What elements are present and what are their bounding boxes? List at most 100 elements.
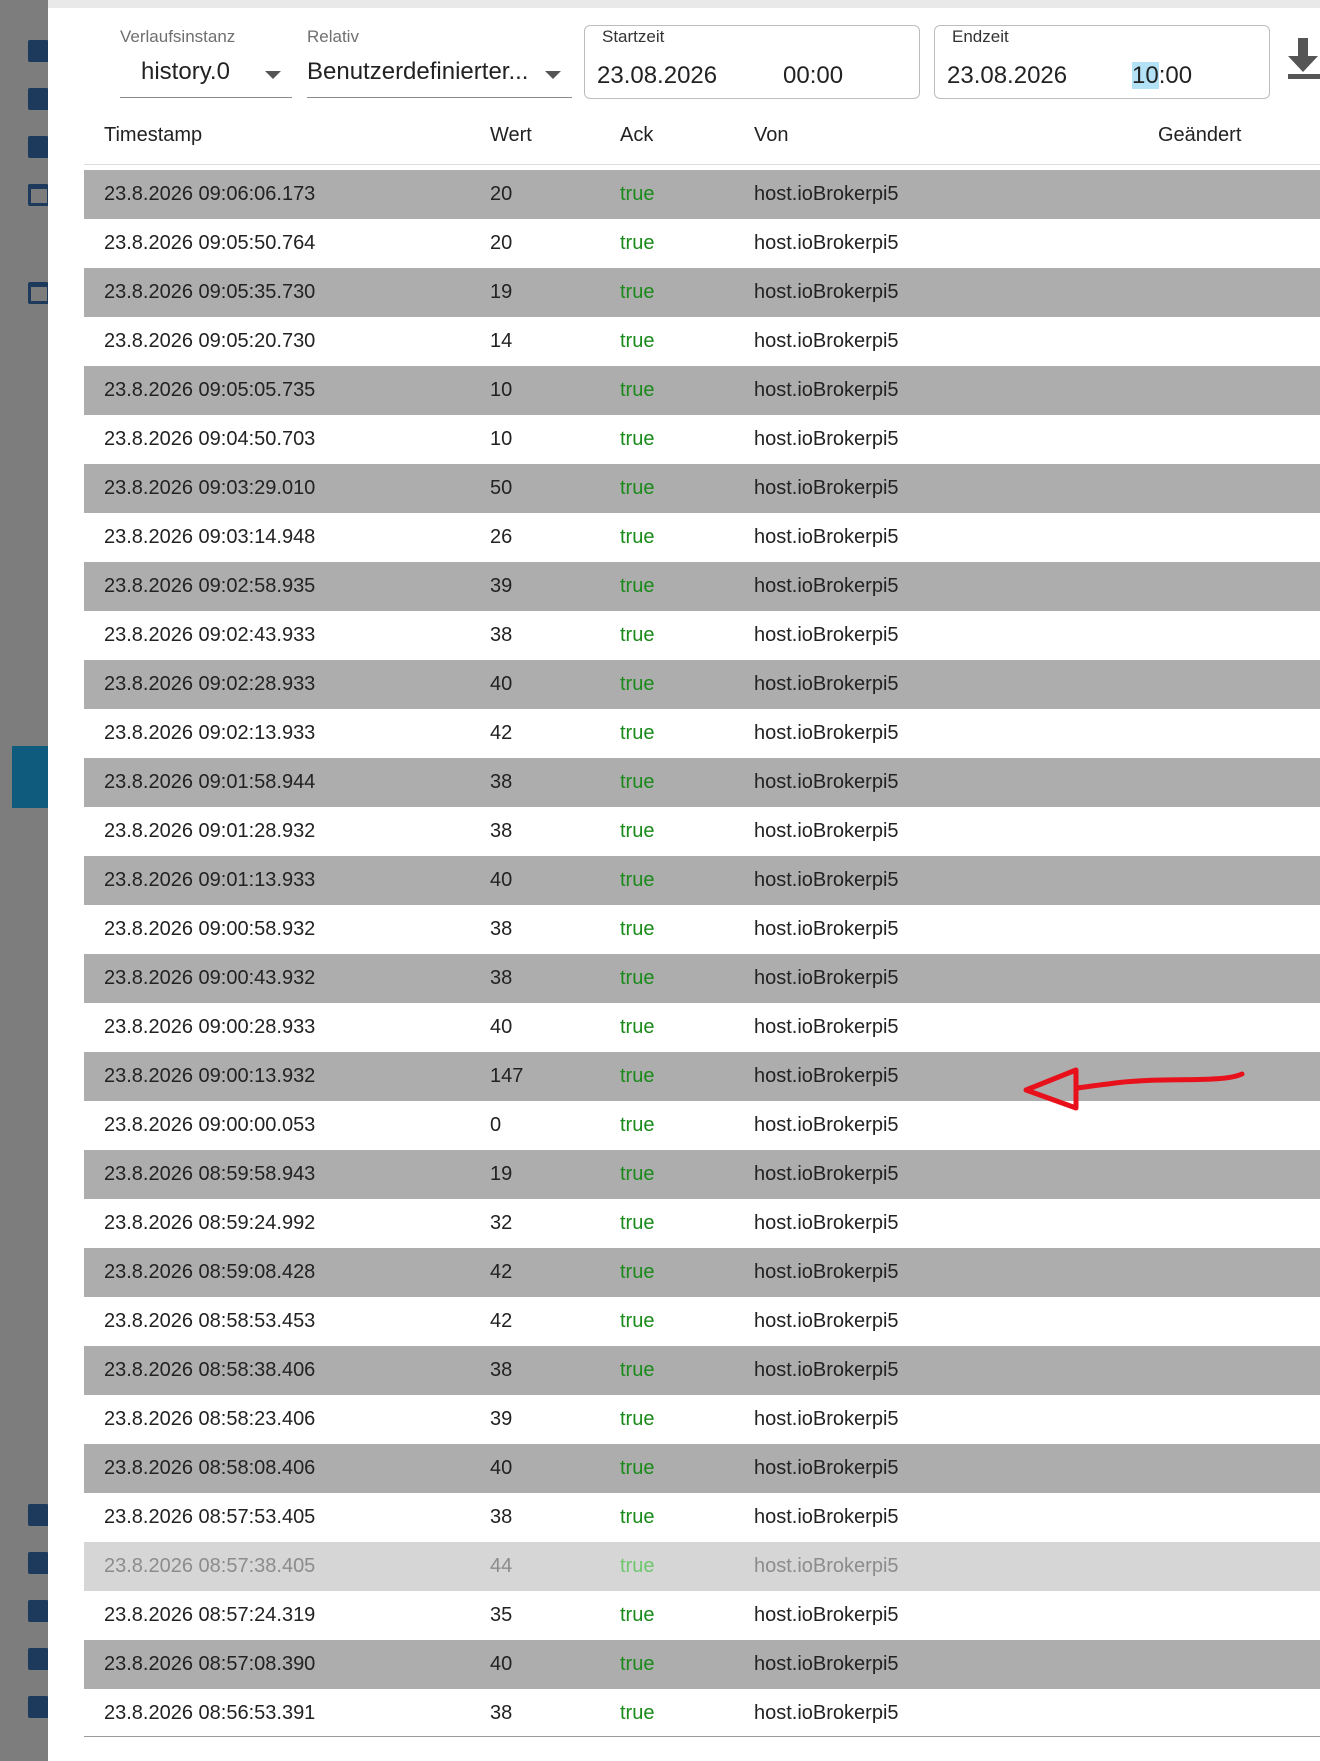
ack-cell: true bbox=[620, 526, 655, 548]
table-row[interactable]: 23.8.2026 09:01:28.932 38 true host.ioBroke… bbox=[84, 807, 1320, 856]
end-time-minutes[interactable]: :00 bbox=[1159, 62, 1192, 89]
ack-cell: true bbox=[620, 869, 655, 891]
table-row[interactable]: 23.8.2026 09:02:28.933 40 true host.ioBroke… bbox=[84, 660, 1320, 709]
table-row[interactable]: 23.8.2026 08:57:24.319 35 true host.ioBroke… bbox=[84, 1591, 1320, 1640]
table-row[interactable]: 23.8.2026 08:59:58.943 19 true host.ioBroke… bbox=[84, 1150, 1320, 1199]
folder-icon[interactable] bbox=[28, 40, 50, 62]
folder-icon[interactable] bbox=[28, 136, 50, 158]
table-row[interactable]: 23.8.2026 09:02:13.933 42 true host.ioBroke… bbox=[84, 709, 1320, 758]
ack-cell: true bbox=[620, 477, 655, 499]
folder-icon[interactable] bbox=[28, 1504, 50, 1526]
table-row[interactable]: 23.8.2026 08:59:08.428 42 true host.ioBroke… bbox=[84, 1248, 1320, 1297]
table-row[interactable]: 23.8.2026 08:57:08.390 40 true host.ioBroke… bbox=[84, 1640, 1320, 1689]
col-header-geaendert[interactable]: Geändert bbox=[1158, 124, 1241, 147]
table-row[interactable]: 23.8.2026 09:00:58.932 38 true host.ioBroke… bbox=[84, 905, 1320, 954]
timestamp-cell: 23.8.2026 09:00:13.932 bbox=[104, 1065, 316, 1087]
ack-cell: true bbox=[620, 1555, 655, 1577]
end-time[interactable]: 10:00 bbox=[1132, 62, 1192, 90]
from-cell: host.ioBrokerpi5 bbox=[754, 575, 899, 597]
from-cell: host.ioBrokerpi5 bbox=[754, 428, 899, 450]
timestamp-cell: 23.8.2026 09:04:50.703 bbox=[104, 428, 316, 450]
value-cell: 38 bbox=[490, 918, 513, 940]
table-row[interactable]: 23.8.2026 08:58:38.406 38 true host.ioBroke… bbox=[84, 1346, 1320, 1395]
value-cell: 10 bbox=[490, 428, 513, 450]
ack-cell: true bbox=[620, 722, 655, 744]
value-cell: 40 bbox=[490, 1457, 513, 1479]
from-cell: host.ioBrokerpi5 bbox=[754, 526, 899, 548]
ack-cell: true bbox=[620, 1457, 655, 1479]
ack-cell: true bbox=[620, 771, 655, 793]
start-date[interactable]: 23.08.2026 bbox=[597, 62, 717, 90]
timestamp-cell: 23.8.2026 09:05:50.764 bbox=[104, 232, 316, 254]
end-date[interactable]: 23.08.2026 bbox=[947, 62, 1067, 90]
arrow-annotation-icon bbox=[1023, 1067, 1245, 1111]
ack-cell: true bbox=[620, 1163, 655, 1185]
table-row[interactable]: 23.8.2026 09:03:29.010 50 true host.ioBroke… bbox=[84, 464, 1320, 513]
col-header-timestamp[interactable]: Timestamp bbox=[104, 124, 202, 147]
col-header-von[interactable]: Von bbox=[754, 124, 788, 147]
start-time-field[interactable]: Startzeit 23.08.2026 00:00 bbox=[584, 25, 920, 99]
timestamp-cell: 23.8.2026 09:02:28.933 bbox=[104, 673, 316, 695]
value-cell: 42 bbox=[490, 1261, 513, 1283]
value-cell: 39 bbox=[490, 575, 513, 597]
table-row[interactable]: 23.8.2026 08:57:53.405 38 true host.ioBroke… bbox=[84, 1493, 1320, 1542]
folder-open-icon[interactable] bbox=[28, 282, 50, 304]
chevron-down-icon[interactable] bbox=[545, 71, 561, 79]
ack-cell: true bbox=[620, 1114, 655, 1136]
table-row[interactable]: 23.8.2026 08:58:23.406 39 true host.ioBroke… bbox=[84, 1395, 1320, 1444]
table-row[interactable]: 23.8.2026 09:01:13.933 40 true host.ioBroke… bbox=[84, 856, 1320, 905]
instance-label: Verlaufsinstanz bbox=[120, 27, 236, 46]
table-row[interactable]: 23.8.2026 09:05:20.730 14 true host.ioBroke… bbox=[84, 317, 1320, 366]
from-cell: host.ioBrokerpi5 bbox=[754, 1457, 899, 1479]
table-row[interactable]: 23.8.2026 08:59:24.992 32 true host.ioBroke… bbox=[84, 1199, 1320, 1248]
ack-cell: true bbox=[620, 1653, 655, 1675]
table-row[interactable]: 23.8.2026 09:00:28.933 40 true host.ioBroke… bbox=[84, 1003, 1320, 1052]
from-cell: host.ioBrokerpi5 bbox=[754, 1163, 899, 1185]
value-cell: 40 bbox=[490, 1016, 513, 1038]
table-row[interactable]: 23.8.2026 09:00:43.932 38 true host.ioBroke… bbox=[84, 954, 1320, 1003]
folder-icon[interactable] bbox=[28, 1648, 50, 1670]
table-row[interactable]: 23.8.2026 08:58:08.406 40 true host.ioBroke… bbox=[84, 1444, 1320, 1493]
from-cell: host.ioBrokerpi5 bbox=[754, 1016, 899, 1038]
table-row[interactable]: 23.8.2026 09:04:50.703 10 true host.ioBroke… bbox=[84, 415, 1320, 464]
value-cell: 14 bbox=[490, 330, 513, 352]
value-cell: 32 bbox=[490, 1212, 513, 1234]
ack-cell: true bbox=[620, 1065, 655, 1087]
download-icon[interactable] bbox=[1286, 38, 1320, 84]
instance-value[interactable]: history.0 bbox=[141, 58, 251, 86]
value-cell: 38 bbox=[490, 771, 513, 793]
end-time-hour-selected[interactable]: 10 bbox=[1132, 62, 1159, 89]
folder-icon[interactable] bbox=[28, 1696, 50, 1718]
table-row[interactable]: 23.8.2026 08:57:38.405 44 true host.ioBroke… bbox=[84, 1542, 1320, 1591]
end-time-field[interactable]: Endzeit 23.08.2026 10:00 bbox=[934, 25, 1270, 99]
ack-cell: true bbox=[620, 330, 655, 352]
folder-icon[interactable] bbox=[28, 1552, 50, 1574]
folder-icon[interactable] bbox=[28, 88, 50, 110]
folder-icon[interactable] bbox=[28, 1600, 50, 1622]
chevron-down-icon[interactable] bbox=[265, 71, 281, 79]
table-row[interactable]: 23.8.2026 08:56:53.391 38 true host.ioBroke… bbox=[84, 1689, 1320, 1738]
table-row[interactable]: 23.8.2026 09:02:43.933 38 true host.ioBroke… bbox=[84, 611, 1320, 660]
value-cell: 38 bbox=[490, 820, 513, 842]
ack-cell: true bbox=[620, 918, 655, 940]
ack-cell: true bbox=[620, 1506, 655, 1528]
sidebar-active-item[interactable] bbox=[12, 746, 50, 808]
from-cell: host.ioBrokerpi5 bbox=[754, 1065, 899, 1087]
from-cell: host.ioBrokerpi5 bbox=[754, 1506, 899, 1528]
table-row[interactable]: 23.8.2026 09:01:58.944 38 true host.ioBroke… bbox=[84, 758, 1320, 807]
history-table-body: 23.8.2026 09:06:06.173 20 true host.ioBroke… bbox=[84, 170, 1320, 1738]
folder-open-icon[interactable] bbox=[28, 184, 50, 206]
start-time[interactable]: 00:00 bbox=[783, 62, 843, 90]
header-divider bbox=[84, 164, 1320, 165]
table-row[interactable]: 23.8.2026 09:05:50.764 20 true host.ioBroke… bbox=[84, 219, 1320, 268]
relative-value[interactable]: Benutzerdefinierter... bbox=[307, 58, 535, 86]
table-row[interactable]: 23.8.2026 09:05:35.730 19 true host.ioBroke… bbox=[84, 268, 1320, 317]
table-row[interactable]: 23.8.2026 09:06:06.173 20 true host.ioBroke… bbox=[84, 170, 1320, 219]
table-row[interactable]: 23.8.2026 09:05:05.735 10 true host.ioBroke… bbox=[84, 366, 1320, 415]
col-header-ack[interactable]: Ack bbox=[620, 124, 653, 147]
table-row[interactable]: 23.8.2026 09:03:14.948 26 true host.ioBroke… bbox=[84, 513, 1320, 562]
table-row[interactable]: 23.8.2026 08:58:53.453 42 true host.ioBroke… bbox=[84, 1297, 1320, 1346]
table-row[interactable]: 23.8.2026 09:02:58.935 39 true host.ioBroke… bbox=[84, 562, 1320, 611]
from-cell: host.ioBrokerpi5 bbox=[754, 1261, 899, 1283]
col-header-wert[interactable]: Wert bbox=[490, 124, 532, 147]
